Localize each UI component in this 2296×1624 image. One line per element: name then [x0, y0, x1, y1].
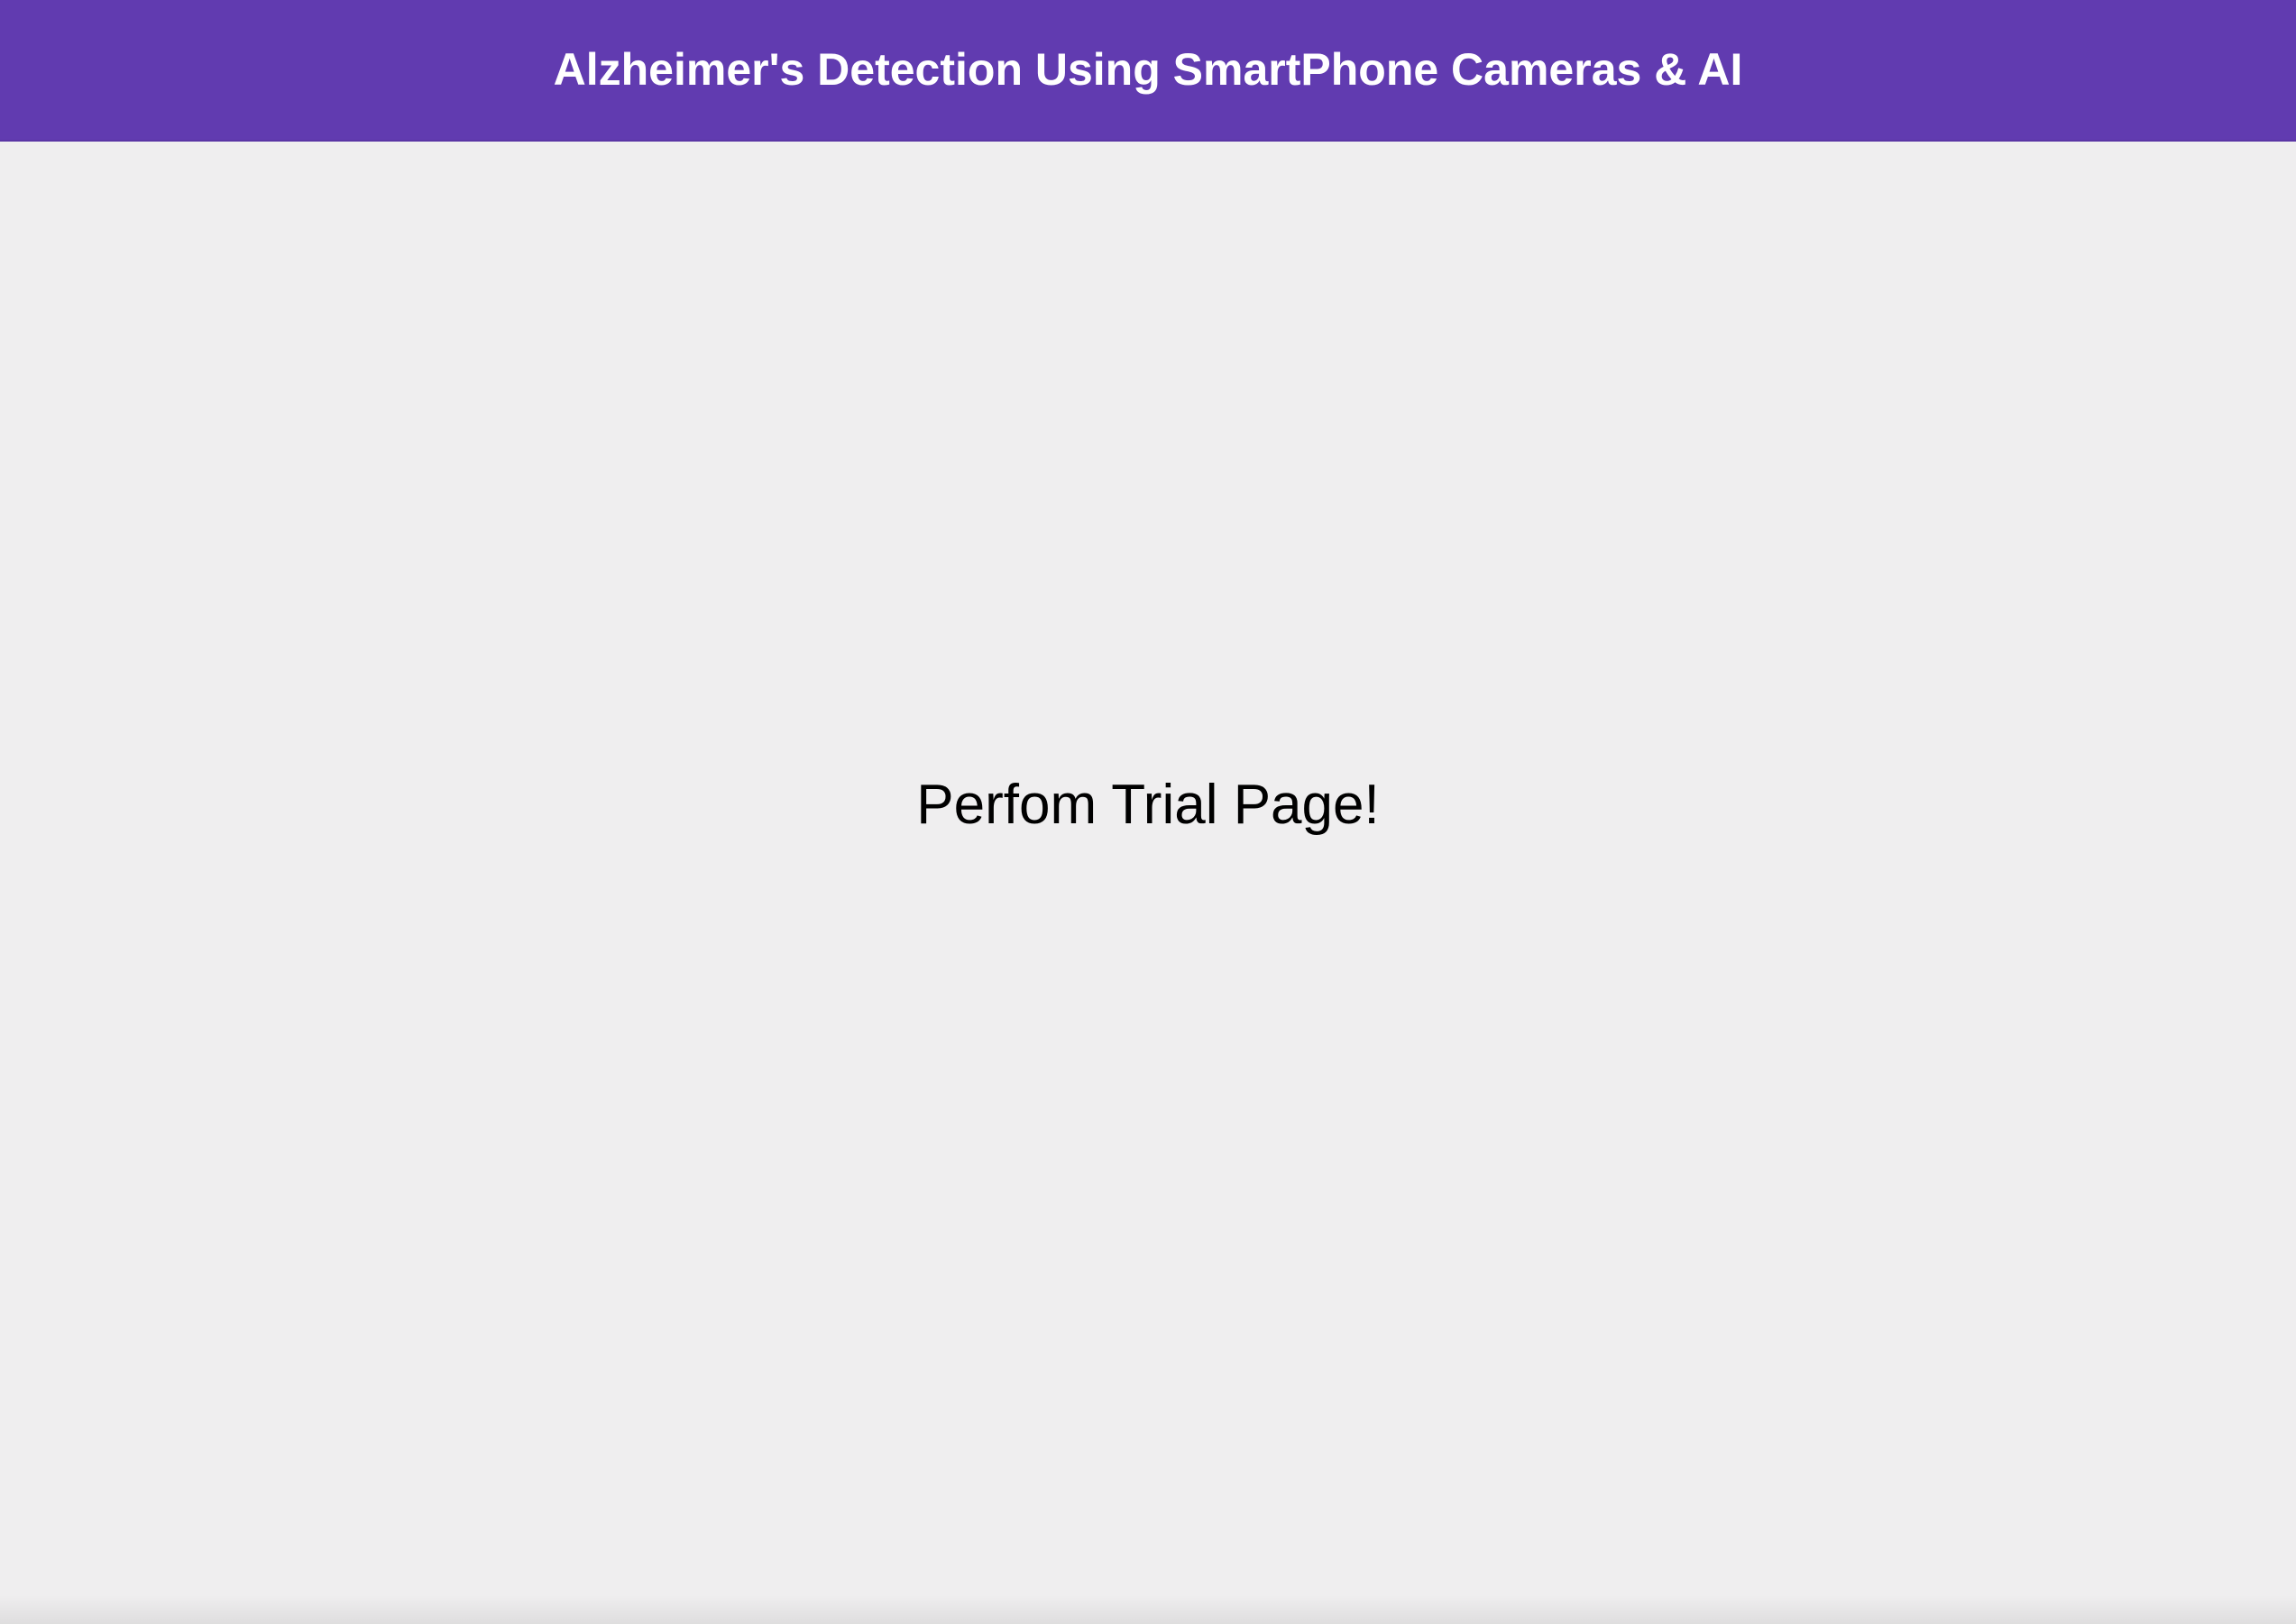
page-message: Perfom Trial Page! — [916, 774, 1380, 836]
app-window: Alzheimer's Detection Using SmartPhone C… — [0, 0, 2296, 1624]
app-header: Alzheimer's Detection Using SmartPhone C… — [0, 0, 2296, 142]
app-title: Alzheimer's Detection Using SmartPhone C… — [553, 43, 1743, 95]
main-content: Perfom Trial Page! — [0, 142, 2296, 1624]
